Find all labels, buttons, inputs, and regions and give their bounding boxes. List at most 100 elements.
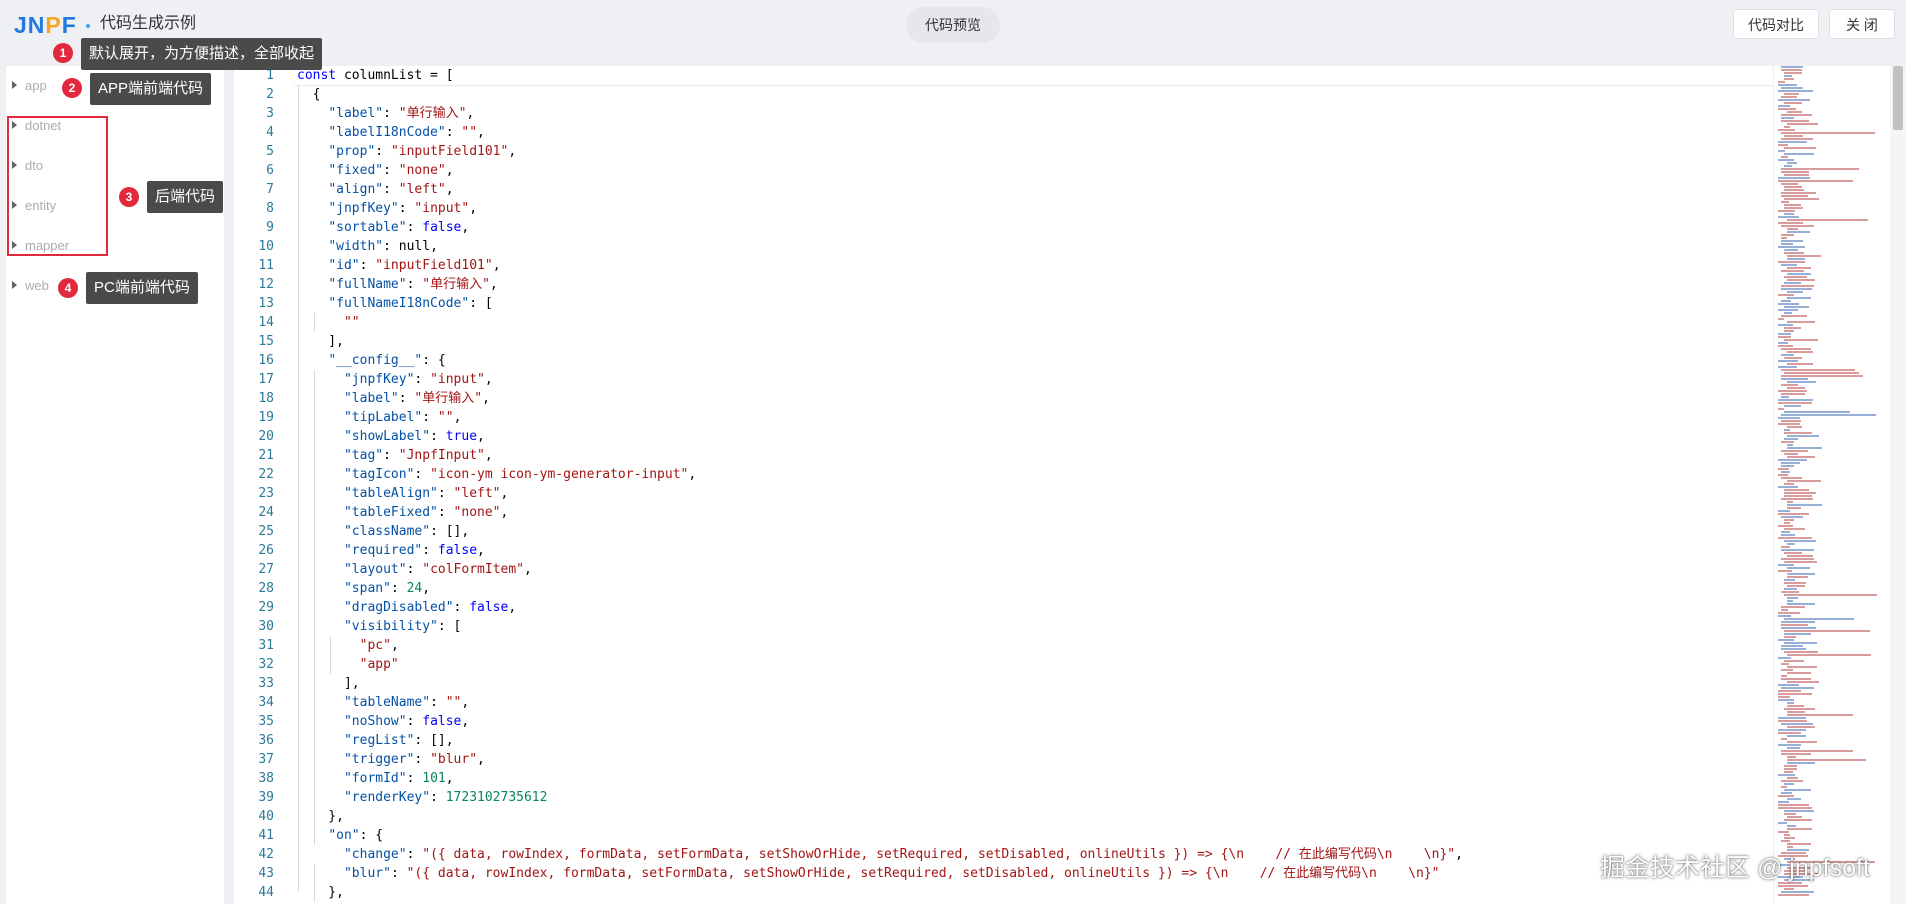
minimap-line	[1778, 807, 1812, 809]
code-line[interactable]: 31 "pc",	[234, 636, 1774, 655]
minimap-line	[1784, 582, 1806, 584]
minimap-line	[1778, 408, 1784, 410]
code-line[interactable]: 9 "sortable": false,	[234, 218, 1774, 237]
minimap-line	[1787, 777, 1798, 779]
code-line[interactable]: 22 "tagIcon": "icon-ym icon-ym-generator…	[234, 465, 1774, 484]
minimap-line	[1781, 534, 1795, 536]
line-code: {	[297, 87, 321, 102]
minimap-line	[1787, 573, 1815, 575]
minimap-line	[1787, 843, 1811, 845]
minimap-line	[1778, 717, 1806, 719]
minimap-line	[1784, 579, 1795, 581]
vertical-scrollbar[interactable]	[1890, 66, 1906, 904]
minimap-line	[1784, 771, 1793, 773]
minimap-line	[1781, 606, 1805, 608]
scrollbar-thumb[interactable]	[1893, 66, 1903, 130]
code-line[interactable]: 32 "app"	[234, 655, 1774, 674]
code-line[interactable]: 20 "showLabel": true,	[234, 427, 1774, 446]
code-line[interactable]: 25 "className": [],	[234, 522, 1774, 541]
code-line[interactable]: 18 "label": "单行输入",	[234, 389, 1774, 408]
minimap-line	[1784, 189, 1804, 191]
code-line[interactable]: 43 "blur": "({ data, rowIndex, formData,…	[234, 864, 1774, 883]
code-line[interactable]: 11 "id": "inputField101",	[234, 256, 1774, 275]
minimap-line	[1784, 783, 1794, 785]
code-line[interactable]: 14 ""	[234, 313, 1774, 332]
line-number: 25	[258, 524, 274, 539]
line-code: "blur": "({ data, rowIndex, formData, se…	[343, 866, 1440, 881]
watermark: 掘金技术社区 @ jnpfsoft	[1600, 854, 1870, 882]
minimap-line	[1778, 303, 1799, 305]
code-line[interactable]: 21 "tag": "JnpfInput",	[234, 446, 1774, 465]
line-code: "showLabel": true,	[343, 429, 485, 444]
minimap-line	[1778, 342, 1788, 344]
minimap-line	[1784, 636, 1796, 638]
code-line[interactable]: 30 "visibility": [	[234, 617, 1774, 636]
annotation-label-4: PC端前端代码	[86, 272, 198, 304]
minimap-line	[1781, 591, 1799, 593]
code-editor[interactable]: 1 const columnList = [2 {3 "label": "单行输入…	[234, 66, 1906, 904]
code-line[interactable]: 1 const columnList = [	[234, 66, 1774, 85]
code-line[interactable]: 3 "label": "单行输入",	[234, 104, 1774, 123]
code-line[interactable]: 37 "trigger": "blur",	[234, 750, 1774, 769]
tree-node-web[interactable]: web	[12, 276, 49, 296]
minimap-line	[1787, 456, 1815, 458]
code-line[interactable]: 12 "fullName": "单行输入",	[234, 275, 1774, 294]
line-code: "dragDisabled": false,	[343, 600, 517, 615]
minimap-line	[1781, 369, 1855, 371]
minimap-line	[1778, 693, 1812, 695]
minimap-line	[1784, 153, 1814, 155]
minimap-line	[1781, 465, 1794, 467]
code-line[interactable]: 8 "jnpfKey": "input",	[234, 199, 1774, 218]
code-line[interactable]: 42 "change": "({ data, rowIndex, formDat…	[234, 845, 1774, 864]
code-line[interactable]: 39 "renderKey": 1723102735612	[234, 788, 1774, 807]
code-line[interactable]: 6 "fixed": "none",	[234, 161, 1774, 180]
code-line[interactable]: 7 "align": "left",	[234, 180, 1774, 199]
line-code: },	[297, 809, 344, 824]
code-minimap[interactable]	[1774, 66, 1889, 904]
code-line[interactable]: 16 "__config__": {	[234, 351, 1774, 370]
minimap-line	[1781, 516, 1803, 518]
code-line[interactable]: 41 "on": {	[234, 826, 1774, 845]
line-code: "jnpfKey": "input",	[328, 201, 478, 216]
minimap-line	[1787, 111, 1802, 113]
minimap-line	[1787, 741, 1817, 743]
code-line[interactable]: 15 ],	[234, 332, 1774, 351]
minimap-line	[1787, 762, 1815, 764]
code-line[interactable]: 17 "jnpfKey": "input",	[234, 370, 1774, 389]
code-line[interactable]: 24 "tableFixed": "none",	[234, 503, 1774, 522]
code-line[interactable]: 35 "noShow": false,	[234, 712, 1774, 731]
close-button[interactable]: 关 闭	[1829, 9, 1895, 39]
code-line[interactable]: 13 "fullNameI18nCode": [	[234, 294, 1774, 313]
code-line[interactable]: 10 "width": null,	[234, 237, 1774, 256]
minimap-line	[1784, 594, 1877, 596]
code-line[interactable]: 40 },	[234, 807, 1774, 826]
code-line[interactable]: 5 "prop": "inputField101",	[234, 142, 1774, 161]
minimap-line	[1784, 810, 1814, 812]
tree-node-label: app	[25, 78, 47, 93]
minimap-line	[1781, 183, 1798, 185]
code-line[interactable]: 44 },	[234, 883, 1774, 902]
minimap-line	[1781, 675, 1787, 677]
code-line[interactable]: 23 "tableAlign": "left",	[234, 484, 1774, 503]
minimap-line	[1778, 333, 1791, 335]
code-line[interactable]: 33 ],	[234, 674, 1774, 693]
code-line[interactable]: 29 "dragDisabled": false,	[234, 598, 1774, 617]
minimap-line	[1778, 570, 1792, 572]
code-line[interactable]: 4 "labelI18nCode": "",	[234, 123, 1774, 142]
code-line[interactable]: 26 "required": false,	[234, 541, 1774, 560]
code-line[interactable]: 19 "tipLabel": "",	[234, 408, 1774, 427]
minimap-line	[1784, 411, 1850, 413]
code-compare-button[interactable]: 代码对比	[1733, 9, 1819, 39]
code-line[interactable]: 28 "span": 24,	[234, 579, 1774, 598]
code-line[interactable]: 34 "tableName": "",	[234, 693, 1774, 712]
minimap-line	[1781, 288, 1812, 290]
code-line[interactable]: 27 "layout": "colFormItem",	[234, 560, 1774, 579]
minimap-line	[1778, 690, 1801, 692]
tree-node-app[interactable]: app	[12, 76, 47, 96]
line-number: 8	[266, 201, 274, 216]
code-line[interactable]: 36 "regList": [],	[234, 731, 1774, 750]
tab-code-preview[interactable]: 代码预览	[906, 7, 1000, 43]
code-line[interactable]: 38 "formId": 101,	[234, 769, 1774, 788]
line-code: "app"	[359, 657, 399, 672]
code-line[interactable]: 2 {	[234, 85, 1774, 104]
